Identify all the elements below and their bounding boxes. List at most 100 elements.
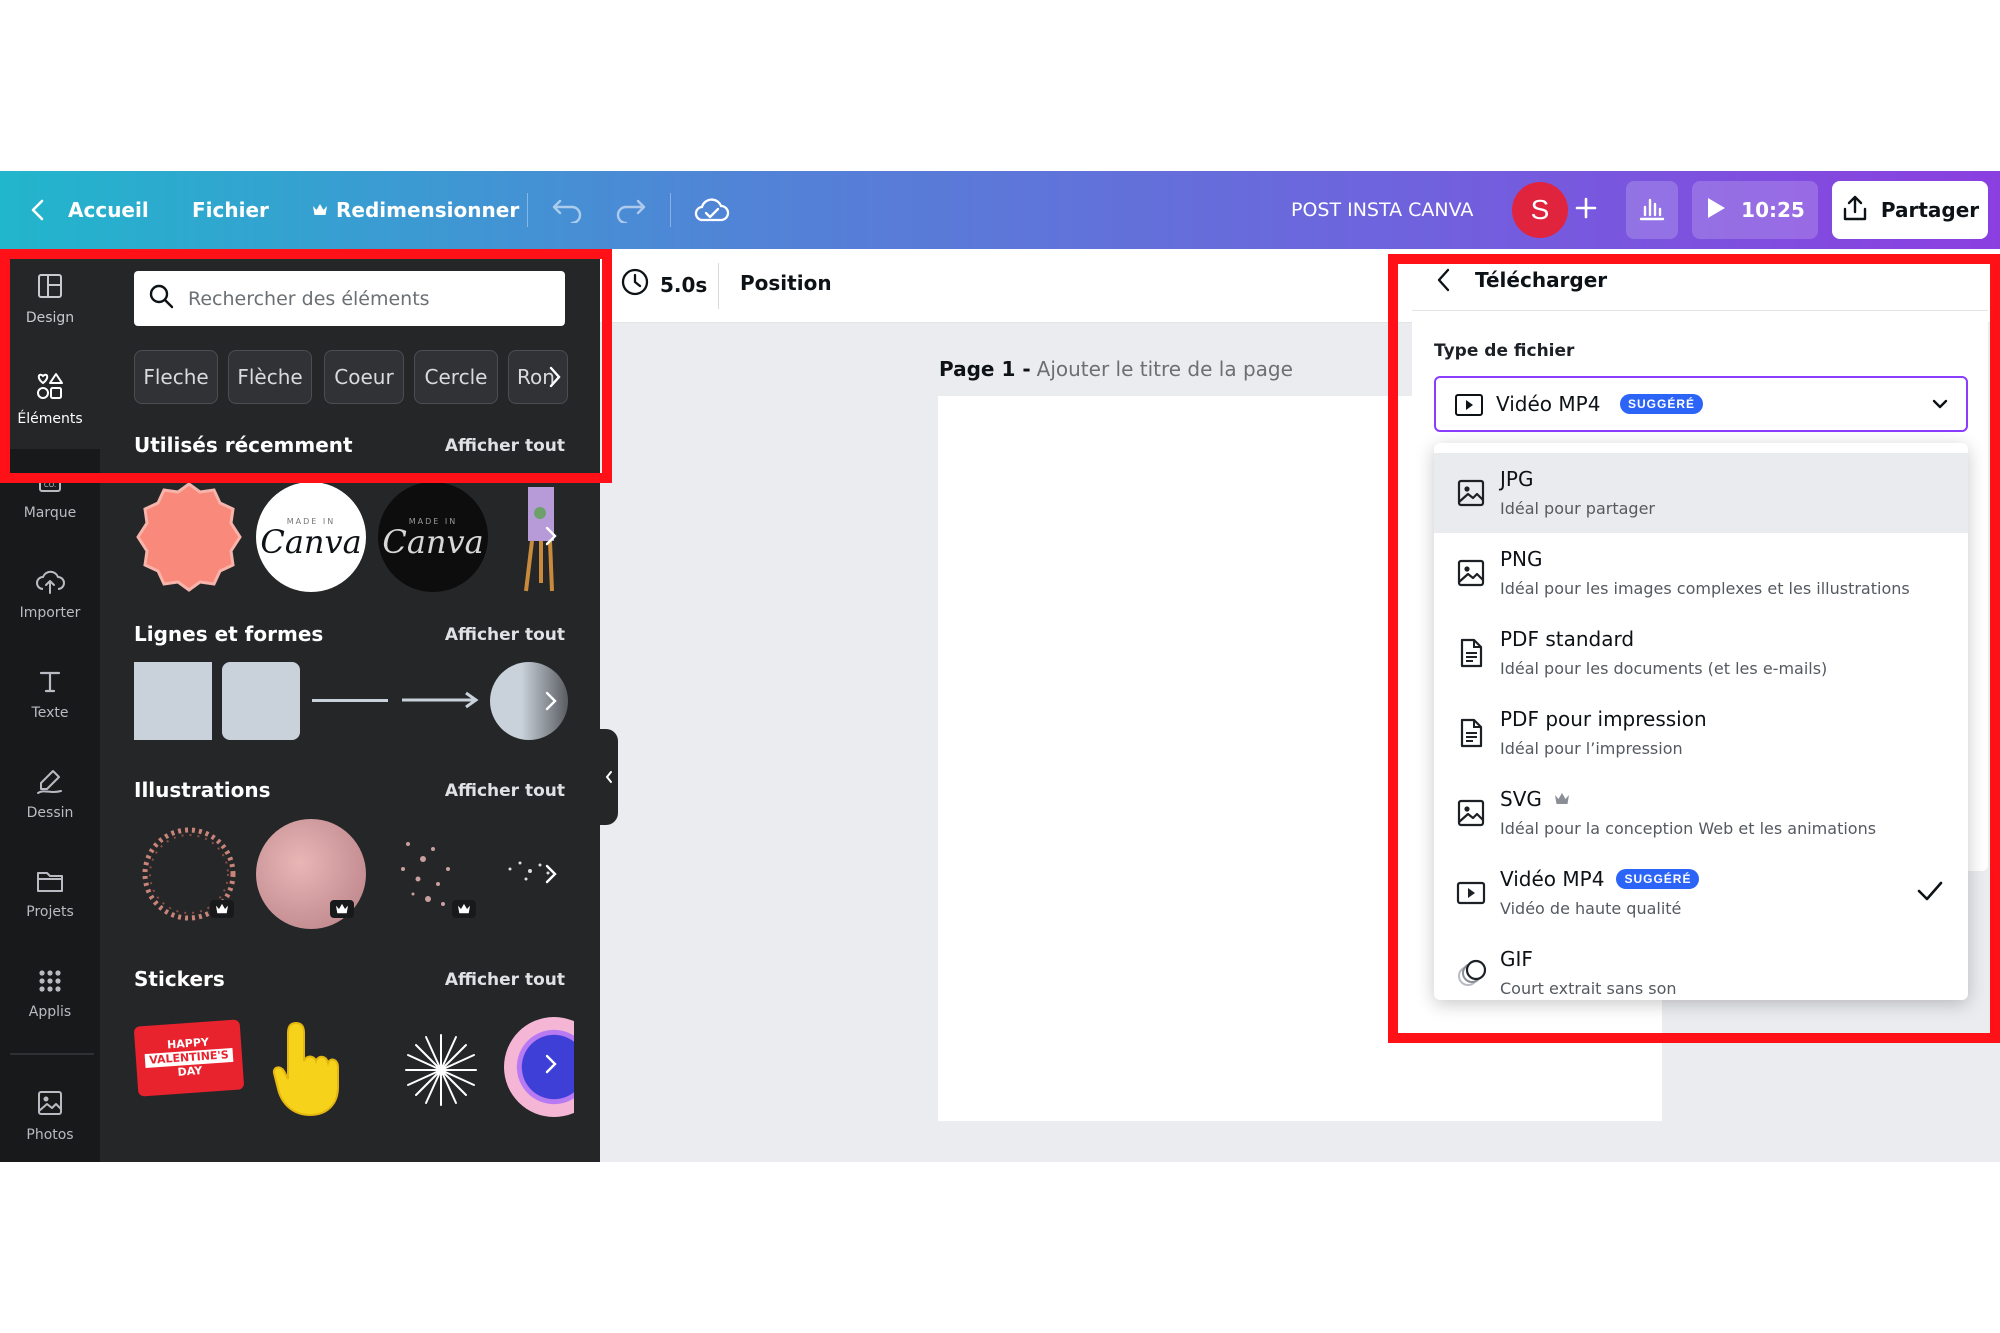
illustrations-scroll-right-icon[interactable] xyxy=(540,863,562,885)
option-title-text: SVG xyxy=(1500,787,1542,811)
glitter-ring-illustration[interactable] xyxy=(134,819,244,939)
insights-button[interactable] xyxy=(1626,181,1678,239)
cloud-save-status[interactable] xyxy=(694,171,730,249)
panel-collapse-handle[interactable] xyxy=(600,729,618,825)
option-title: PDF standard xyxy=(1500,627,1634,651)
made-in-canva-black-logo[interactable]: MADE IN Canva xyxy=(378,482,488,592)
see-all-link[interactable]: Afficher tout xyxy=(445,970,565,990)
rail-item-upload[interactable]: Importer xyxy=(0,549,100,639)
page-title-input[interactable]: Ajouter le titre de la page xyxy=(1037,357,1293,381)
rail-item-projects[interactable]: Projets xyxy=(0,849,100,939)
text-icon xyxy=(36,667,64,699)
divider xyxy=(718,263,719,309)
option-subtitle: Idéal pour l’impression xyxy=(1500,739,1683,758)
option-title: PDF pour impression xyxy=(1500,707,1707,731)
see-all-link[interactable]: Afficher tout xyxy=(445,625,565,645)
chevron-down-icon xyxy=(1930,394,1950,418)
arrow-line-shape[interactable] xyxy=(400,689,480,715)
plus-icon xyxy=(1575,197,1597,223)
suggested-badge: SUGGÉRÉ xyxy=(1620,394,1704,414)
home-button[interactable]: Accueil xyxy=(28,171,149,249)
clock-icon xyxy=(620,267,650,302)
option-gif[interactable]: GIF Court extrait sans son xyxy=(1434,933,1968,1000)
stickers-scroll-right-icon[interactable] xyxy=(540,1053,562,1075)
made-in-canva-white-logo[interactable]: MADE IN Canva xyxy=(256,482,366,592)
back-button[interactable] xyxy=(1434,267,1454,297)
chip-scroll-right-icon[interactable] xyxy=(548,365,562,393)
layout-icon xyxy=(36,272,64,304)
bar-chart-icon xyxy=(1638,195,1666,225)
logo-big-text: Canva xyxy=(382,522,484,561)
rail-label: Applis xyxy=(28,1004,72,1020)
redo-icon xyxy=(614,197,648,223)
share-label: Partager xyxy=(1880,198,1980,222)
option-pdf-standard[interactable]: PDF standard Idéal pour les documents (e… xyxy=(1434,613,1968,693)
resize-label: Redimensionner xyxy=(336,198,520,222)
page-label: Page 1 - xyxy=(939,357,1031,381)
gif-icon xyxy=(1456,958,1487,988)
recent-badge-shape[interactable] xyxy=(134,482,244,596)
position-button[interactable]: Position xyxy=(740,271,832,295)
option-subtitle: Idéal pour les documents (et les e-mails… xyxy=(1500,659,1828,678)
rail-label: Design xyxy=(25,310,75,326)
option-subtitle: Idéal pour partager xyxy=(1500,499,1655,518)
elements-panel: Rechercher des éléments Fleche Flèche Co… xyxy=(100,249,600,1162)
see-all-link[interactable]: Afficher tout xyxy=(445,436,565,456)
present-button[interactable]: 10:25 xyxy=(1692,181,1818,239)
rail-item-design[interactable]: Design xyxy=(0,249,100,349)
rounded-square-shape[interactable] xyxy=(222,662,300,740)
square-shape[interactable] xyxy=(134,662,212,740)
recent-scroll-right-icon[interactable] xyxy=(540,525,562,547)
chip-cercle[interactable]: Cercle xyxy=(414,350,498,404)
rail-item-elements[interactable]: Éléments xyxy=(0,349,100,449)
design-name[interactable]: POST INSTA CANVA xyxy=(1291,171,1473,249)
option-svg[interactable]: SVG Idéal pour la conception Web et les … xyxy=(1434,773,1968,853)
rail-item-apps[interactable]: Applis xyxy=(0,949,100,1039)
add-collaborator-button[interactable] xyxy=(1560,181,1612,239)
logo-big-text: Canva xyxy=(260,522,362,561)
colorful-badge-sticker[interactable] xyxy=(504,1017,574,1117)
canva-editor: Accueil Fichier Redimensionner POST INST… xyxy=(0,171,2000,1162)
crown-icon xyxy=(312,203,328,217)
rail-item-brand[interactable]: CO. Marque xyxy=(0,449,100,539)
option-mp4[interactable]: Vidéo MP4 SUGGÉRÉ Vidéo de haute qualité xyxy=(1434,853,1968,933)
see-all-link[interactable]: Afficher tout xyxy=(445,781,565,801)
option-title-text: Vidéo MP4 xyxy=(1500,867,1605,891)
document-icon xyxy=(1456,638,1486,668)
option-jpg[interactable]: JPG Idéal pour partager xyxy=(1434,453,1968,533)
option-title: GIF xyxy=(1500,947,1533,971)
resize-button[interactable]: Redimensionner xyxy=(312,171,519,249)
line-shape[interactable] xyxy=(312,699,388,702)
image-icon xyxy=(1456,478,1486,508)
file-label: Fichier xyxy=(192,198,269,222)
search-input[interactable]: Rechercher des éléments xyxy=(134,271,565,326)
page-header: Page 1 - Ajouter le titre de la page xyxy=(939,357,1293,381)
file-menu-button[interactable]: Fichier xyxy=(192,171,269,249)
option-png[interactable]: PNG Idéal pour les images complexes et l… xyxy=(1434,533,1968,613)
rail-item-text[interactable]: Texte xyxy=(0,649,100,739)
valentines-sticker[interactable]: HAPPY VALENTINE'S DAY xyxy=(133,1019,245,1097)
share-button[interactable]: Partager xyxy=(1832,181,1988,239)
rail-item-draw[interactable]: Dessin xyxy=(0,749,100,839)
search-icon xyxy=(148,283,174,314)
rail-label: Éléments xyxy=(17,411,83,427)
option-pdf-print[interactable]: PDF pour impression Idéal pour l’impress… xyxy=(1434,693,1968,773)
rail-label: Importer xyxy=(19,605,81,621)
option-title-text: PDF pour impression xyxy=(1500,707,1707,731)
chip-fleche[interactable]: Fleche xyxy=(134,350,218,404)
redo-button[interactable] xyxy=(614,171,648,249)
rail-item-photos[interactable]: Photos xyxy=(0,1071,100,1161)
undo-icon xyxy=(550,197,584,223)
starburst-sticker[interactable] xyxy=(396,1025,486,1119)
chip-coeur[interactable]: Coeur xyxy=(324,350,404,404)
chip-fleche-accent[interactable]: Flèche xyxy=(228,350,312,404)
option-title-text: PDF standard xyxy=(1500,627,1635,651)
rail-divider xyxy=(10,1053,94,1055)
duration-button[interactable]: 5.0s xyxy=(620,267,707,302)
shapes-scroll-right-icon[interactable] xyxy=(540,690,562,712)
rail-label: Photos xyxy=(26,1127,74,1143)
shapes-icon xyxy=(35,371,65,405)
pointing-hand-sticker[interactable] xyxy=(268,1017,354,1121)
file-type-select[interactable]: Vidéo MP4 SUGGÉRÉ xyxy=(1434,376,1968,432)
undo-button[interactable] xyxy=(550,171,584,249)
